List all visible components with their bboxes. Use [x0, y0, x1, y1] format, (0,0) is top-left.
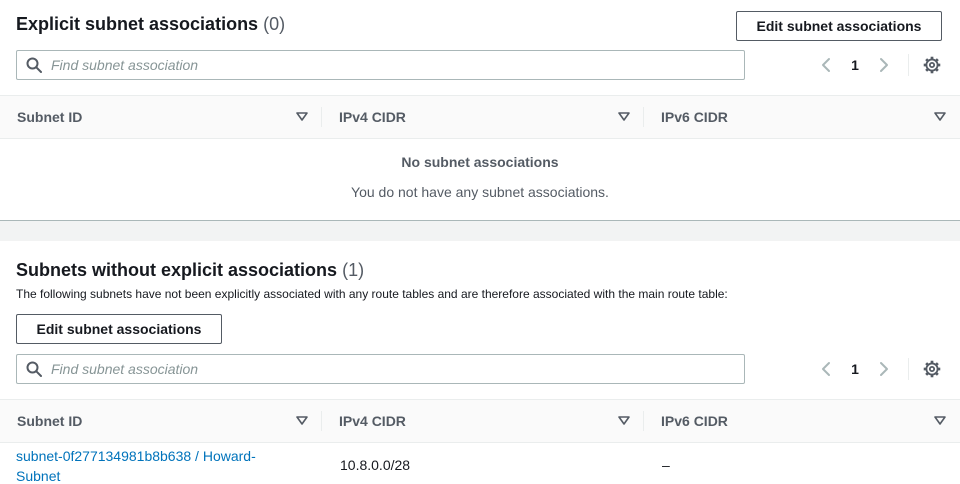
- column-label: IPv4 CIDR: [339, 413, 406, 429]
- column-label: Subnet ID: [17, 109, 83, 125]
- explicit-preferences-button[interactable]: [919, 52, 945, 78]
- sort-caret-icon[interactable]: [296, 416, 308, 426]
- edit-implicit-associations-button[interactable]: Edit subnet associations: [16, 314, 222, 344]
- explicit-associations-heading: Explicit subnet associations (0): [16, 14, 285, 35]
- implicit-search-field[interactable]: [16, 354, 745, 384]
- explicit-search-input[interactable]: [51, 57, 721, 73]
- subnet-id-line-2: Subnet: [16, 468, 61, 484]
- explicit-page-number[interactable]: 1: [840, 57, 870, 73]
- ipv6-cidr-cell: –: [662, 457, 670, 473]
- implicit-prev-page-button[interactable]: [812, 355, 840, 383]
- explicit-pagination: 1: [812, 50, 912, 80]
- column-header-subnet-id[interactable]: Subnet ID: [0, 96, 322, 138]
- column-label: IPv4 CIDR: [339, 109, 406, 125]
- chevron-left-icon: [822, 58, 830, 72]
- empty-state-title: No subnet associations: [401, 154, 559, 170]
- ipv4-cidr-cell: 10.8.0.0/28: [340, 457, 411, 473]
- sort-caret-icon[interactable]: [934, 112, 946, 122]
- explicit-associations-panel: Explicit subnet associations (0) Edit su…: [0, 0, 960, 220]
- chevron-right-icon: [880, 362, 888, 376]
- explicit-next-page-button[interactable]: [870, 51, 898, 79]
- implicit-associations-heading: Subnets without explicit associations (1…: [16, 260, 364, 281]
- subnet-id-line-1: subnet-0f277134981b8b638 / Howard-: [16, 448, 256, 464]
- sort-caret-icon[interactable]: [934, 416, 946, 426]
- search-icon: [26, 361, 42, 377]
- implicit-associations-panel: Subnets without explicit associations (1…: [0, 241, 960, 484]
- explicit-table-header: Subnet ID IPv4 CIDR IPv6 CIDR: [0, 95, 960, 139]
- implicit-table-header: Subnet ID IPv4 CIDR IPv6 CIDR: [0, 399, 960, 443]
- search-icon: [26, 57, 42, 73]
- column-header-ipv6-cidr[interactable]: IPv6 CIDR: [644, 400, 960, 442]
- empty-state-text: You do not have any subnet associations.: [351, 184, 609, 200]
- implicit-page-number[interactable]: 1: [840, 361, 870, 377]
- sort-caret-icon[interactable]: [618, 112, 630, 122]
- implicit-search-input[interactable]: [51, 361, 721, 377]
- gear-icon: [923, 56, 941, 74]
- chevron-right-icon: [880, 58, 888, 72]
- pagination-divider: [908, 54, 909, 76]
- sort-caret-icon[interactable]: [296, 112, 308, 122]
- implicit-next-page-button[interactable]: [870, 355, 898, 383]
- sort-caret-icon[interactable]: [618, 416, 630, 426]
- gear-icon: [923, 360, 941, 378]
- chevron-left-icon: [822, 362, 830, 376]
- implicit-associations-count: (1): [342, 260, 365, 280]
- implicit-preferences-button[interactable]: [919, 356, 945, 382]
- column-label: IPv6 CIDR: [661, 109, 728, 125]
- implicit-associations-description: The following subnets have not been expl…: [16, 287, 728, 301]
- implicit-associations-title: Subnets without explicit associations: [16, 260, 338, 280]
- edit-explicit-associations-button[interactable]: Edit subnet associations: [736, 11, 942, 41]
- section-divider: [0, 220, 960, 241]
- column-header-subnet-id[interactable]: Subnet ID: [0, 400, 322, 442]
- column-header-ipv4-cidr[interactable]: IPv4 CIDR: [322, 96, 644, 138]
- explicit-associations-count: (0): [263, 14, 286, 34]
- column-label: Subnet ID: [17, 413, 83, 429]
- explicit-prev-page-button[interactable]: [812, 51, 840, 79]
- explicit-search-field[interactable]: [16, 50, 745, 80]
- subnet-id-link[interactable]: subnet-0f277134981b8b638 / Howard- Subnet: [16, 446, 316, 484]
- column-header-ipv6-cidr[interactable]: IPv6 CIDR: [644, 96, 960, 138]
- implicit-pagination: 1: [812, 354, 912, 384]
- column-header-ipv4-cidr[interactable]: IPv4 CIDR: [322, 400, 644, 442]
- column-label: IPv6 CIDR: [661, 413, 728, 429]
- explicit-associations-title: Explicit subnet associations: [16, 14, 259, 34]
- pagination-divider: [908, 358, 909, 380]
